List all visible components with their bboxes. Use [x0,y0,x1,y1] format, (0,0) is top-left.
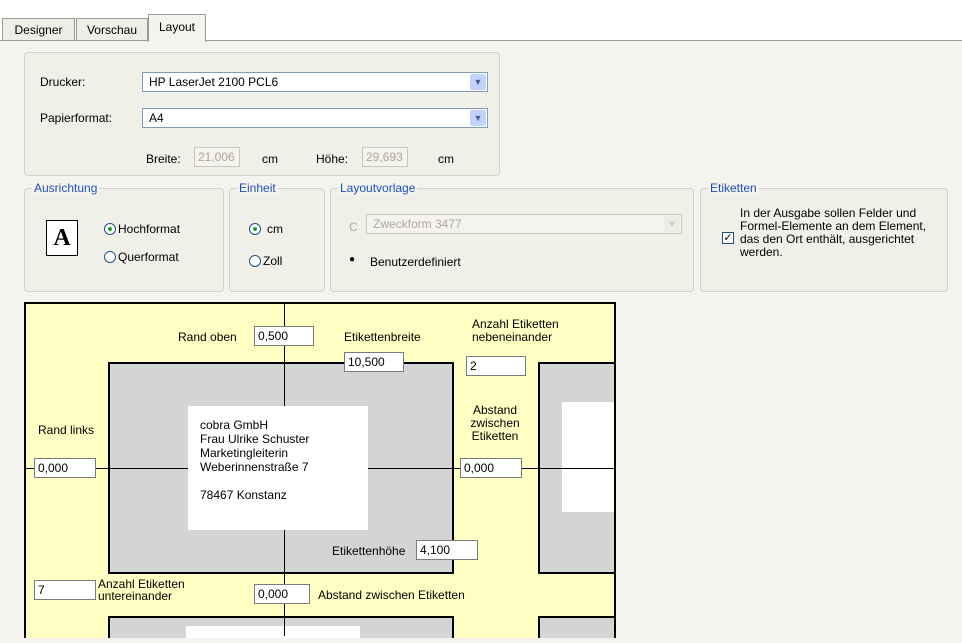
abstand-input[interactable]: 0,000 [460,458,522,478]
hochformat-label[interactable]: Hochformat [118,222,180,236]
rand-oben-input[interactable]: 0,500 [254,326,314,346]
hochformat-radio[interactable] [104,223,116,235]
rand-links-input[interactable]: 0,000 [34,458,96,478]
abstand-vert-label: Abstand zwischen Etiketten [318,588,465,602]
address-line: Frau Ulrike Schuster [200,432,310,446]
drucker-value: HP LaserJet 2100 PCL6 [149,75,279,89]
layoutvorlage-select[interactable]: Zweckform 3477 ▼ [366,214,682,234]
drucker-select[interactable]: HP LaserJet 2100 PCL6 ▼ [142,72,488,92]
tab-layout[interactable]: Layout [148,14,206,42]
querformat-label[interactable]: Querformat [118,250,179,264]
tab-divider [0,40,962,41]
portrait-page-icon-letter: A [53,225,71,251]
anzahl-unter-label: Anzahl Etiketten untereinander [98,577,185,603]
hoehe-input[interactable]: 29,693 [362,147,408,167]
address-text: cobra GmbH Frau Ulrike Schuster Marketin… [200,418,309,502]
label-3-content [186,626,360,638]
papierformat-label: Papierformat: [40,111,113,125]
etikettenhoehe-label: Etikettenhöhe [332,544,406,558]
tab-designer[interactable]: Designer [2,18,75,41]
ausrichtung-title: Ausrichtung [32,181,100,195]
einheit-group [229,188,325,292]
anzahl-neben-label: Anzahl Etiketten nebeneinander [472,317,559,344]
address-line: Weberinnenstraße 7 [200,460,309,474]
chevron-down-icon[interactable]: ▼ [470,74,486,90]
rand-links-label: Rand links [37,423,95,437]
template-radio[interactable]: C [349,221,361,233]
address-line: Marketingleiterin [200,446,289,460]
etikettenbreite-input[interactable]: 10,500 [344,352,404,372]
papierformat-select[interactable]: A4 ▼ [142,108,488,128]
layoutvorlage-group [330,188,694,292]
portrait-page-icon: A [46,220,78,256]
zoll-radio[interactable] [249,255,261,267]
hoehe-unit: cm [438,152,454,166]
address-line: 78467 Konstanz [200,488,287,502]
cm-label[interactable]: cm [267,222,283,236]
breite-unit: cm [262,152,278,166]
etikettenhoehe-input[interactable]: 4,100 [416,540,478,560]
address-line: cobra GmbH [200,418,269,432]
layoutvorlage-value: Zweckform 3477 [373,217,462,231]
chevron-down-icon[interactable]: ▼ [470,110,486,126]
cm-radio[interactable] [249,223,261,235]
custom-label[interactable]: Benutzerdefiniert [370,255,461,269]
breite-label: Breite: [146,152,181,166]
label-layout-preview: cobra GmbH Frau Ulrike Schuster Marketin… [24,302,616,638]
address-line [200,474,309,488]
anzahl-unter-input[interactable]: 7 [34,580,96,600]
layoutvorlage-title: Layoutvorlage [338,181,418,195]
einheit-title: Einheit [237,181,278,195]
abstand-vert-input[interactable]: 0,000 [254,584,310,604]
abstand-label: Abstand zwischen Etiketten [470,403,520,443]
custom-radio[interactable]: ● [349,254,361,266]
label-rect-4 [538,616,614,638]
hoehe-label: Höhe: [316,152,349,166]
align-checkbox[interactable]: ✓ [722,232,734,244]
chevron-down-icon[interactable]: ▼ [664,216,680,232]
querformat-radio[interactable] [104,251,116,263]
rand-oben-label: Rand oben [178,330,237,344]
tab-vorschau[interactable]: Vorschau [76,18,148,41]
anzahl-neben-input[interactable]: 2 [466,356,526,376]
papierformat-value: A4 [149,111,164,125]
etiketten-title: Etiketten [708,181,759,195]
drucker-label: Drucker: [40,75,86,89]
label-2-content [562,402,614,512]
breite-input[interactable]: 21,006 [194,147,240,167]
etikettenbreite-label: Etikettenbreite [344,330,421,344]
zoll-label[interactable]: Zoll [263,254,282,268]
align-description: In der Ausgabe sollen Felder und Formel-… [740,206,927,259]
